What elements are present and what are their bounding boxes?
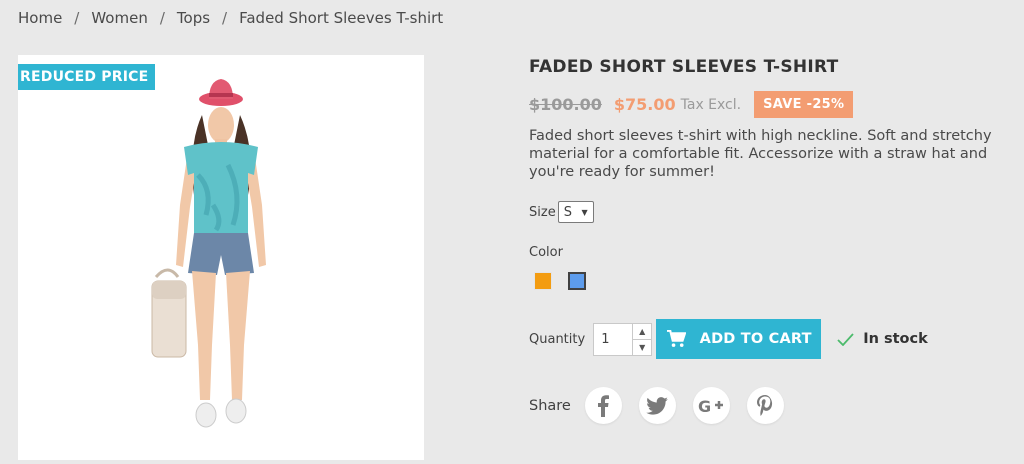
caret-down-icon: ▼ — [581, 207, 588, 217]
svg-text:G: G — [698, 397, 711, 415]
quantity-label: Quantity — [529, 331, 586, 347]
color-swatch-blue[interactable] — [568, 272, 586, 290]
quantity-increase-icon[interactable]: ▲ — [633, 324, 652, 340]
breadcrumb-home[interactable]: Home — [18, 9, 62, 27]
quantity-input[interactable]: 1 — [594, 324, 632, 355]
price-row: $100.00 $75.00 Tax Excl. SAVE -25% — [529, 91, 1009, 118]
current-price: $75.00 — [613, 95, 676, 114]
quantity-decrease-icon[interactable]: ▼ — [633, 340, 651, 355]
share-label: Share — [529, 397, 571, 414]
pinterest-share-button[interactable] — [746, 387, 784, 424]
tax-label: Tax Excl. — [680, 96, 742, 113]
add-to-cart-row: Quantity 1 ▲ ▼ ADD TO CART In stock — [529, 319, 928, 359]
regular-price: $100.00 — [529, 95, 602, 114]
product-title: FADED SHORT SLEEVES T-SHIRT — [529, 57, 839, 77]
availability-label: In stock — [863, 331, 928, 347]
quantity-stepper[interactable]: 1 ▲ ▼ — [593, 322, 653, 356]
add-to-cart-button[interactable]: ADD TO CART — [656, 319, 822, 359]
add-to-cart-label: ADD TO CART — [699, 331, 812, 347]
availability-status: In stock — [837, 331, 928, 347]
product-image-container[interactable]: REDUCED PRICE — [18, 55, 424, 460]
twitter-share-button[interactable] — [638, 387, 676, 424]
breadcrumb-women[interactable]: Women — [91, 9, 147, 27]
google-plus-share-button[interactable]: G — [692, 387, 730, 424]
color-swatch-orange[interactable] — [534, 272, 552, 290]
facebook-icon — [598, 394, 610, 417]
size-row: Size S ▼ — [529, 201, 1009, 223]
color-swatches — [534, 272, 1009, 290]
facebook-share-button[interactable] — [584, 387, 622, 424]
product-details: FADED SHORT SLEEVES T-SHIRT $100.00 $75.… — [529, 55, 1009, 290]
twitter-icon — [646, 396, 669, 415]
discount-badge: SAVE -25% — [754, 91, 854, 118]
reduced-price-flag: REDUCED PRICE — [18, 64, 156, 90]
google-plus-icon: G — [698, 397, 724, 415]
breadcrumb: Home / Women / Tops / Faded Short Sleeve… — [18, 9, 443, 27]
product-image[interactable] — [18, 55, 424, 460]
shopping-cart-icon — [666, 330, 686, 347]
breadcrumb-separator: / — [74, 9, 80, 27]
pinterest-icon — [757, 394, 773, 416]
check-icon — [837, 332, 854, 346]
size-select[interactable]: S ▼ — [557, 201, 594, 223]
size-selected-value: S — [563, 204, 572, 220]
breadcrumb-separator: / — [159, 9, 165, 27]
quantity-buttons: ▲ ▼ — [632, 323, 652, 355]
breadcrumb-separator: / — [222, 9, 228, 27]
breadcrumb-current[interactable]: Faded Short Sleeves T-shirt — [239, 9, 443, 27]
product-description: Faded short sleeves t-shirt with high ne… — [529, 128, 992, 180]
color-label: Color — [529, 245, 563, 260]
breadcrumb-tops[interactable]: Tops — [177, 9, 210, 27]
share-row: Share G — [529, 387, 801, 424]
size-label: Size — [529, 204, 556, 220]
